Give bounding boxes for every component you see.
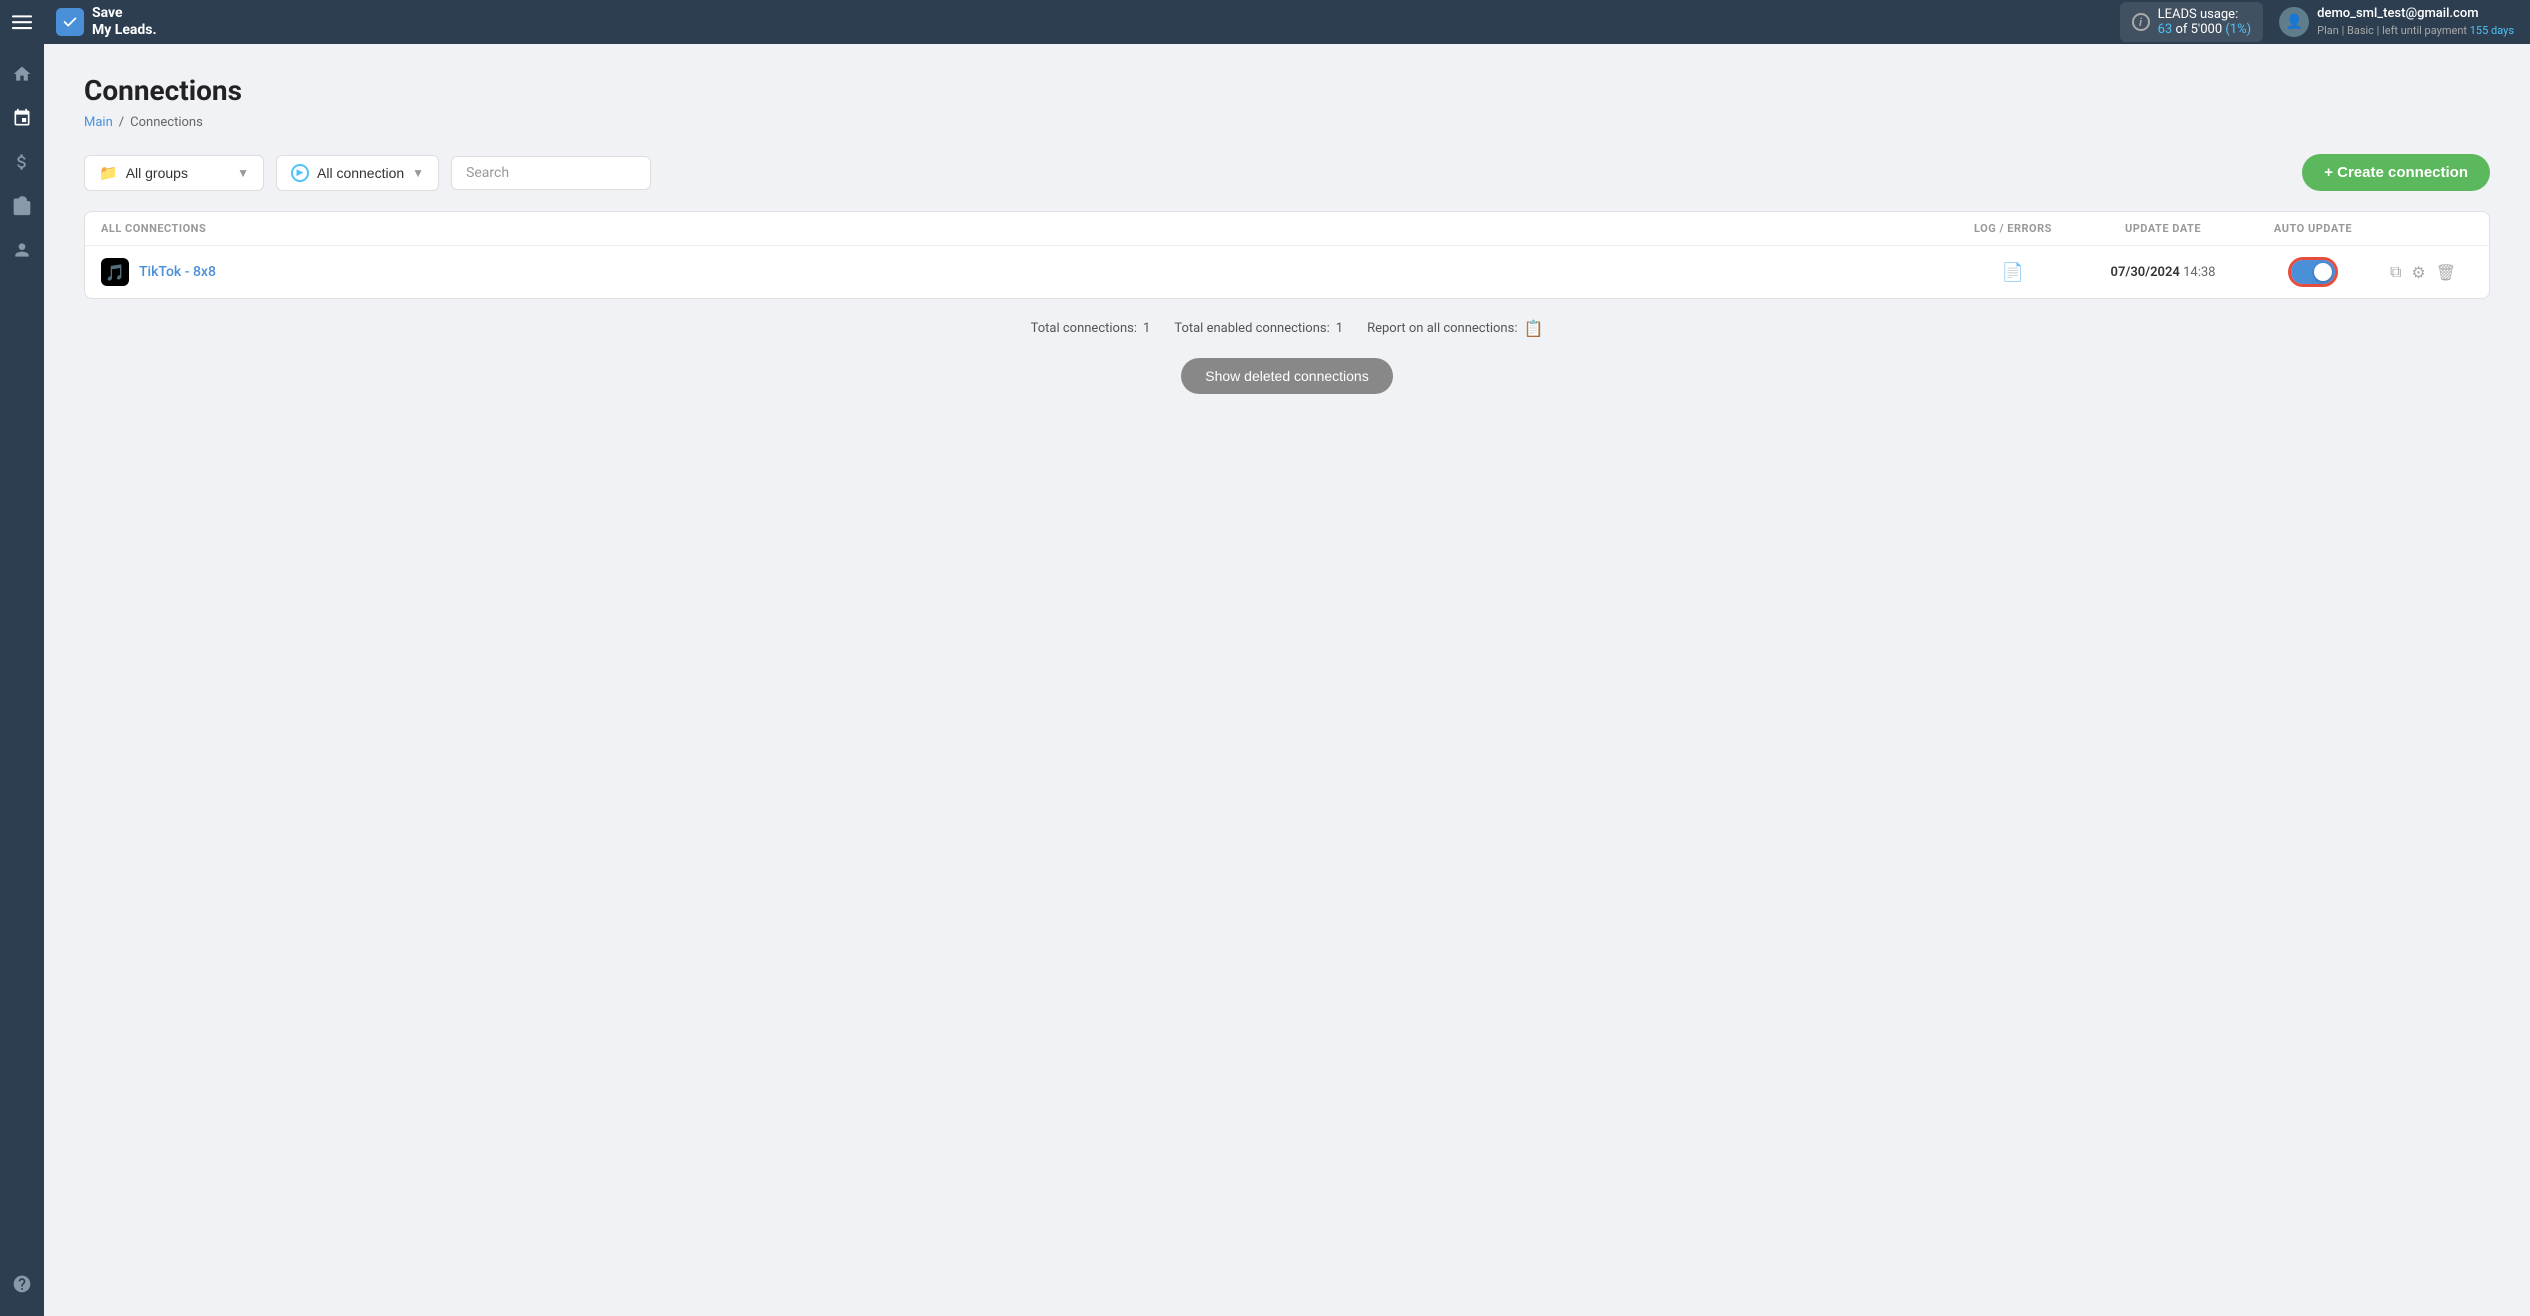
update-date-cell: 07/30/2024 14:38 [2073, 265, 2253, 280]
leads-current: 63 [2158, 22, 2173, 37]
connection-link[interactable]: TikTok - 8x8 [139, 264, 216, 280]
user-email: demo_sml_test@gmail.com [2317, 5, 2514, 23]
total-connections-label: Total connections: [1031, 321, 1137, 336]
page-title: Connections [84, 74, 2490, 107]
leads-percent: (1%) [2225, 22, 2251, 37]
folder-icon: 📁 [99, 164, 118, 182]
total-connections-value: 1 [1143, 321, 1150, 336]
groups-label: All groups [126, 165, 188, 181]
tiktok-icon: 🎵 [101, 258, 129, 286]
search-placeholder: Search [466, 165, 509, 181]
sidebar-item-billing[interactable] [0, 140, 44, 184]
header-update-date: UPDATE DATE [2073, 222, 2253, 235]
user-details: demo_sml_test@gmail.com Plan | Basic | l… [2317, 5, 2514, 39]
play-icon: ▶ [291, 164, 309, 182]
leads-label: LEADS usage: [2158, 7, 2239, 22]
auto-update-cell [2253, 260, 2373, 284]
sidebar-item-connections[interactable] [0, 96, 44, 140]
connections-table: ALL CONNECTIONS LOG / ERRORS UPDATE DATE… [84, 211, 2490, 299]
table-header: ALL CONNECTIONS LOG / ERRORS UPDATE DATE… [85, 212, 2489, 246]
avatar: 👤 [2279, 7, 2309, 37]
header-log-errors: LOG / ERRORS [1953, 222, 2073, 235]
report-label: Report on all connections: [1367, 321, 1517, 336]
create-connection-button[interactable]: + Create connection [2302, 154, 2490, 191]
logo-text: Save My Leads. [92, 5, 157, 39]
chevron-down-icon-2: ▼ [412, 166, 424, 180]
sidebar-item-jobs[interactable] [0, 184, 44, 228]
sidebar-item-menu[interactable] [0, 0, 44, 44]
breadcrumb-current: Connections [130, 115, 203, 130]
total-enabled-value: 1 [1336, 321, 1343, 336]
leads-usage-widget: i LEADS usage: 63 of 5'000 (1%) [2120, 2, 2264, 42]
header-all-connections: ALL CONNECTIONS [101, 222, 1953, 235]
logo: Save My Leads. [56, 5, 157, 39]
table-row: 🎵 TikTok - 8x8 📄 07/30/2024 14:38 ⧉ [85, 246, 2489, 298]
toggle-wrapper [2291, 260, 2335, 284]
document-icon[interactable]: 📄 [2002, 262, 2024, 283]
total-connections-stat: Total connections: 1 [1031, 321, 1151, 336]
user-plan: Plan | Basic | left until payment 155 da… [2317, 23, 2514, 38]
update-date: 07/30/2024 [2111, 265, 2180, 280]
content-area: Connections Main / Connections 📁 All gro… [44, 44, 2530, 1316]
delete-icon[interactable]: 🗑 [2436, 263, 2456, 282]
breadcrumb: Main / Connections [84, 115, 2490, 130]
main-wrapper: Save My Leads. i LEADS usage: 63 of 5'00… [44, 0, 2530, 1316]
topbar: Save My Leads. i LEADS usage: 63 of 5'00… [44, 0, 2530, 44]
settings-icon[interactable]: ⚙ [2411, 263, 2425, 282]
connection-filter-label: All connection [317, 165, 404, 181]
leads-usage-text: LEADS usage: 63 of 5'000 (1%) [2158, 7, 2252, 37]
update-time: 14:38 [2183, 265, 2215, 280]
groups-dropdown[interactable]: 📁 All groups ▼ [84, 155, 264, 191]
leads-total: 5'000 [2191, 22, 2223, 37]
sidebar-item-profile[interactable] [0, 228, 44, 272]
sidebar-item-home[interactable] [0, 52, 44, 96]
sidebar [0, 0, 44, 1316]
topbar-right: i LEADS usage: 63 of 5'000 (1%) 👤 demo_s… [2120, 2, 2514, 42]
header-auto-update: AUTO UPDATE [2253, 222, 2373, 235]
show-deleted-button[interactable]: Show deleted connections [1181, 358, 1392, 394]
sidebar-item-help[interactable] [0, 1262, 44, 1306]
user-days: 155 days [2470, 24, 2514, 37]
leads-of: of [2175, 22, 2190, 37]
total-enabled-label: Total enabled connections: [1174, 321, 1329, 336]
log-errors-cell: 📄 [1953, 262, 2073, 283]
report-stat: Report on all connections: 📋 [1367, 319, 1543, 338]
total-enabled-stat: Total enabled connections: 1 [1174, 321, 1343, 336]
breadcrumb-main[interactable]: Main [84, 115, 113, 130]
user-info: 👤 demo_sml_test@gmail.com Plan | Basic |… [2279, 5, 2514, 39]
connection-name-cell: 🎵 TikTok - 8x8 [101, 258, 1953, 286]
auto-update-toggle[interactable] [2291, 260, 2335, 284]
report-icon[interactable]: 📋 [1523, 319, 1543, 338]
logo-icon [56, 8, 84, 36]
breadcrumb-separator: / [119, 115, 124, 130]
connection-filter-dropdown[interactable]: ▶ All connection ▼ [276, 155, 439, 191]
footer-stats: Total connections: 1 Total enabled conne… [84, 319, 2490, 338]
chevron-down-icon: ▼ [237, 166, 249, 180]
search-input[interactable]: Search [451, 156, 651, 190]
info-icon: i [2132, 13, 2150, 31]
toolbar: 📁 All groups ▼ ▶ All connection ▼ Search… [84, 154, 2490, 191]
actions-cell: ⧉ ⚙ 🗑 [2373, 262, 2473, 282]
copy-icon[interactable]: ⧉ [2390, 262, 2401, 282]
